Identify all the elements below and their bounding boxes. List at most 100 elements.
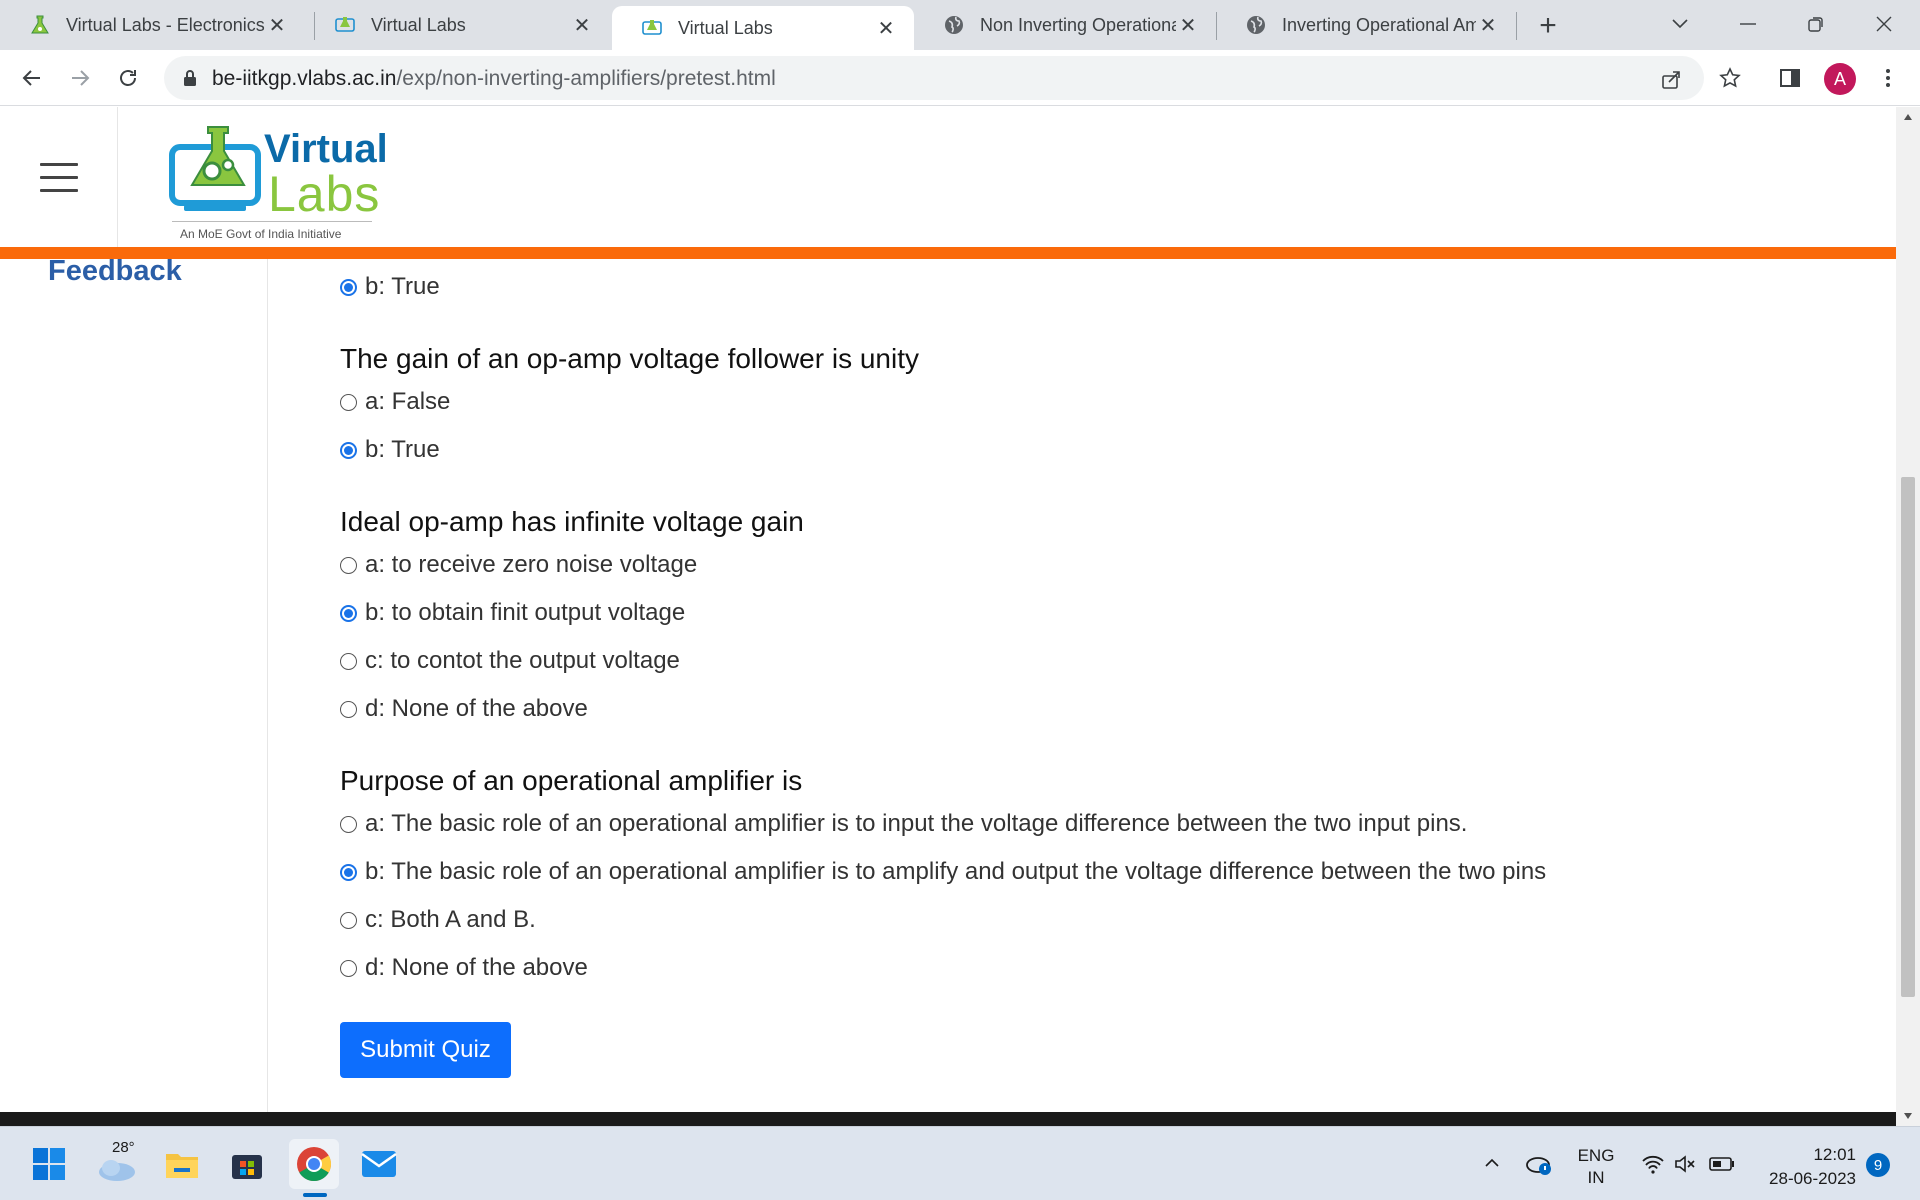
question-1-option-a[interactable]: a: False <box>340 388 450 416</box>
address-bar[interactable]: be-iitkgp.vlabs.ac.in/exp/non-inverting-… <box>164 56 1704 100</box>
logo-word-labs: Labs <box>268 166 381 222</box>
virtual-labs-favicon-icon <box>333 13 357 37</box>
forward-arrow-icon[interactable] <box>60 58 100 98</box>
page-scrollbar[interactable] <box>1896 107 1920 1126</box>
clock-date: 28-06-2023 <box>1769 1169 1856 1188</box>
restore-icon[interactable] <box>1796 6 1836 42</box>
microsoft-store-icon[interactable] <box>222 1139 272 1189</box>
feedback-link[interactable]: Feedback <box>48 255 182 288</box>
reload-icon[interactable] <box>108 58 148 98</box>
close-tab-icon[interactable]: ✕ <box>570 13 594 37</box>
close-tab-icon[interactable]: ✕ <box>1176 13 1200 37</box>
windows-taskbar: 28° ENG IN 12:01 28-06-2023 9 <box>0 1126 1920 1200</box>
site-header: Virtual Labs An MoE Govt of India Initia… <box>0 107 1896 247</box>
language-code: ENG <box>1577 1146 1615 1165</box>
tab-search-chevron-icon[interactable] <box>1660 6 1700 42</box>
tab-virtual-labs-active[interactable]: Virtual Labs ✕ <box>612 6 914 50</box>
radio-button[interactable] <box>340 556 357 574</box>
hamburger-menu-icon[interactable] <box>40 163 78 193</box>
weather-temperature: 28° <box>112 1139 135 1156</box>
radio-button[interactable] <box>340 700 357 718</box>
radio-button[interactable] <box>340 441 357 459</box>
question-3-option-b[interactable]: b: The basic role of an operational ampl… <box>340 858 1546 886</box>
option-label: b: The basic role of an operational ampl… <box>365 858 1547 885</box>
option-label: d: None of the above <box>365 695 588 722</box>
radio-button[interactable] <box>340 604 357 622</box>
option-label: a: False <box>365 388 451 415</box>
virtual-labs-favicon-icon <box>640 16 664 40</box>
wifi-icon[interactable] <box>1640 1151 1666 1177</box>
active-app-indicator <box>303 1193 327 1197</box>
tab-title: Inverting Operational Am <box>1282 14 1476 35</box>
tab-non-inverting-operational[interactable]: Non Inverting Operationa ✕ <box>914 0 1216 50</box>
page-footer-strip <box>0 1112 1896 1126</box>
tab-title: Virtual Labs - Electronics & <box>66 14 265 35</box>
clock-time: 12:01 <box>1813 1145 1856 1164</box>
language-indicator[interactable]: ENG IN <box>1576 1145 1616 1189</box>
scrollbar-thumb[interactable] <box>1901 477 1915 997</box>
url-host: be-iitkgp.vlabs.ac.in <box>212 67 397 90</box>
side-panel-icon[interactable] <box>1776 64 1804 92</box>
share-icon[interactable] <box>1658 66 1684 92</box>
option-label: b: to obtain finit output voltage <box>365 599 686 626</box>
globe-icon <box>942 13 966 37</box>
tab-virtual-labs-electronics[interactable]: Virtual Labs - Electronics & ✕ <box>0 0 305 50</box>
radio-button[interactable] <box>340 393 357 411</box>
logo-flask-icon <box>169 126 261 211</box>
globe-icon <box>1244 13 1268 37</box>
question-2-option-a[interactable]: a: to receive zero noise voltage <box>340 551 697 579</box>
question-3-option-d[interactable]: d: None of the above <box>340 954 588 982</box>
file-explorer-icon[interactable] <box>157 1139 207 1189</box>
lock-icon[interactable] <box>180 68 200 88</box>
question-2-option-b[interactable]: b: to obtain finit output voltage <box>340 599 685 627</box>
radio-button[interactable] <box>340 863 357 881</box>
back-arrow-icon[interactable] <box>12 58 52 98</box>
radio-button[interactable] <box>340 911 357 929</box>
star-icon[interactable] <box>1716 64 1744 92</box>
window-close-icon[interactable] <box>1864 6 1904 42</box>
question-3-text: Purpose of an operational amplifier is <box>340 765 803 796</box>
option-previous-b[interactable]: b: True <box>340 273 440 301</box>
question-2-text: Ideal op-amp has infinite voltage gain <box>340 506 804 537</box>
minimize-icon[interactable] <box>1728 6 1768 42</box>
option-label: c: to contot the output voltage <box>365 647 680 674</box>
question-3-option-c[interactable]: c: Both A and B. <box>340 906 536 934</box>
windows-start-icon[interactable] <box>24 1139 74 1189</box>
notification-badge[interactable]: 9 <box>1866 1153 1890 1177</box>
new-tab-button[interactable]: + <box>1530 9 1566 42</box>
close-tab-icon[interactable]: ✕ <box>265 13 289 37</box>
tab-strip: Virtual Labs - Electronics & ✕ Virtual L… <box>0 0 1920 50</box>
menu-box <box>0 107 118 247</box>
header-accent-bar <box>0 247 1896 259</box>
option-label: c: Both A and B. <box>365 906 536 933</box>
radio-button[interactable] <box>340 278 357 296</box>
scroll-down-arrow-icon[interactable] <box>1896 1106 1920 1126</box>
weather-icon[interactable]: 28° <box>92 1139 142 1189</box>
onedrive-icon[interactable] <box>1524 1151 1554 1177</box>
question-2-option-c[interactable]: c: to contot the output voltage <box>340 647 680 675</box>
question-1-option-b[interactable]: b: True <box>340 436 440 464</box>
scroll-up-arrow-icon[interactable] <box>1896 107 1920 127</box>
radio-button[interactable] <box>340 959 357 977</box>
browser-toolbar: be-iitkgp.vlabs.ac.in/exp/non-inverting-… <box>0 50 1920 106</box>
profile-avatar[interactable]: A <box>1824 63 1856 95</box>
question-3-option-a[interactable]: a: The basic role of an operational ampl… <box>340 810 1467 838</box>
chrome-icon[interactable] <box>289 1139 339 1189</box>
radio-button[interactable] <box>340 815 357 833</box>
close-tab-icon[interactable]: ✕ <box>1476 13 1500 37</box>
menu-dots-icon[interactable] <box>1874 64 1902 92</box>
close-tab-icon[interactable]: ✕ <box>874 16 898 40</box>
tab-virtual-labs-2[interactable]: Virtual Labs ✕ <box>305 0 610 50</box>
chevron-up-icon[interactable] <box>1480 1151 1504 1175</box>
volume-muted-icon[interactable] <box>1672 1151 1698 1177</box>
battery-icon[interactable] <box>1708 1151 1736 1177</box>
question-2-option-d[interactable]: d: None of the above <box>340 695 588 723</box>
tab-title: Virtual Labs <box>678 17 773 38</box>
mail-icon[interactable] <box>354 1139 404 1189</box>
system-clock[interactable]: 12:01 28-06-2023 <box>1756 1143 1856 1191</box>
tab-inverting-operational[interactable]: Inverting Operational Am ✕ <box>1216 0 1516 50</box>
virtual-labs-logo[interactable]: Virtual Labs An MoE Govt of India Initia… <box>164 117 388 243</box>
submit-quiz-button[interactable]: Submit Quiz <box>340 1022 511 1078</box>
radio-button[interactable] <box>340 652 357 670</box>
logo-divider <box>172 221 372 222</box>
